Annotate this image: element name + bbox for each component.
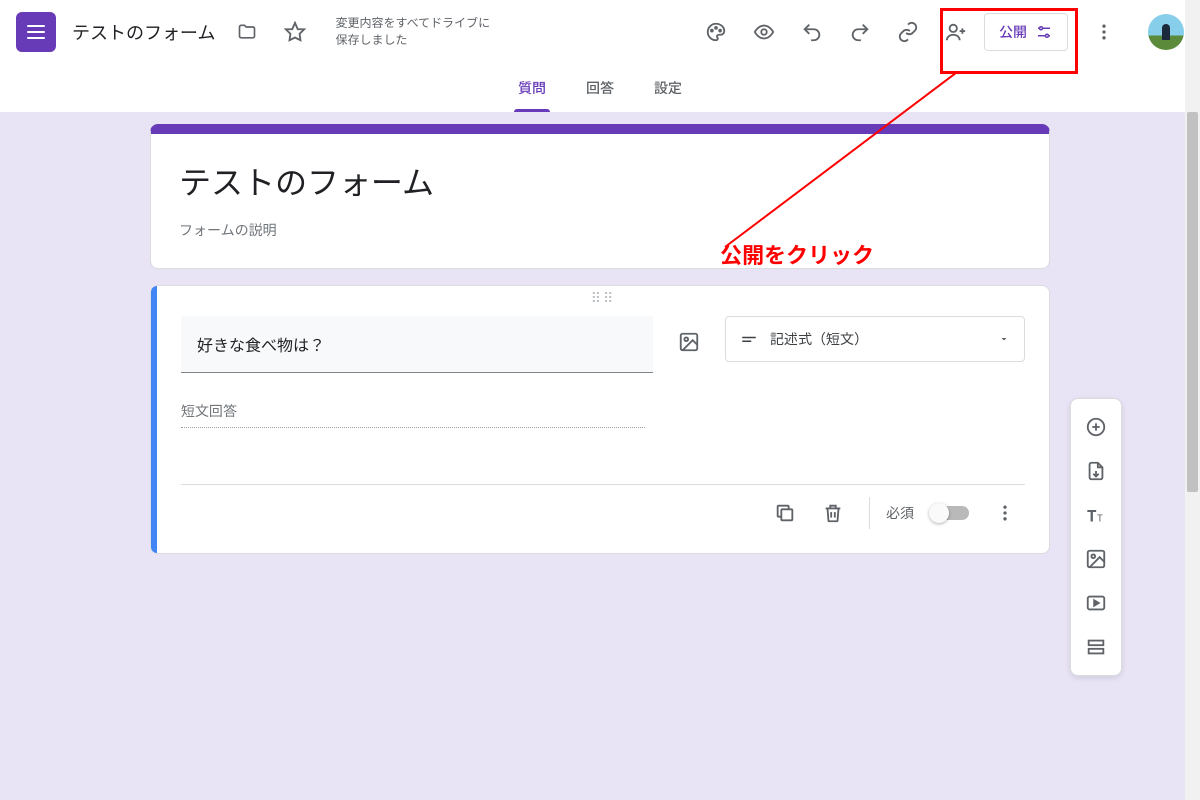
redo-icon[interactable] xyxy=(840,12,880,52)
save-status-line: 保存しました xyxy=(335,32,490,49)
form-description[interactable]: フォームの説明 xyxy=(179,220,1021,240)
save-status: 変更内容をすべてドライブに 保存しました xyxy=(335,15,490,49)
tab-questions[interactable]: 質問 xyxy=(514,64,550,112)
scrollbar-thumb[interactable] xyxy=(1187,112,1198,492)
required-label: 必須 xyxy=(886,503,914,523)
palette-icon[interactable] xyxy=(696,12,736,52)
add-section-button[interactable] xyxy=(1076,627,1116,667)
link-icon[interactable] xyxy=(888,12,928,52)
drag-handle-icon[interactable]: ⠿⠿ xyxy=(181,294,1025,310)
scrollbar-track[interactable] xyxy=(1185,0,1200,800)
question-footer: 必須 xyxy=(181,484,1025,545)
folder-icon[interactable] xyxy=(227,12,267,52)
add-image-icon[interactable] xyxy=(669,322,709,362)
add-video-button[interactable] xyxy=(1076,583,1116,623)
question-type-select[interactable]: 記述式（短文） xyxy=(725,316,1025,362)
tab-responses[interactable]: 回答 xyxy=(582,64,618,112)
add-question-button[interactable] xyxy=(1076,407,1116,447)
preview-icon[interactable] xyxy=(744,12,784,52)
tabs-bar: 質問 回答 設定 xyxy=(0,64,1200,112)
question-card[interactable]: ⠿⠿ 記述式（短文） 短文回答 xyxy=(150,285,1050,554)
undo-icon[interactable] xyxy=(792,12,832,52)
more-vert-icon[interactable] xyxy=(1084,12,1124,52)
form-title-input[interactable]: テストのフォーム xyxy=(72,19,215,45)
svg-text:T: T xyxy=(1097,509,1103,524)
star-icon[interactable] xyxy=(275,12,315,52)
publish-button[interactable]: 公開 xyxy=(984,13,1068,51)
publish-label: 公開 xyxy=(999,22,1027,42)
arrow-drop-down-icon xyxy=(998,333,1010,345)
account-avatar[interactable] xyxy=(1148,14,1184,50)
import-questions-button[interactable] xyxy=(1076,451,1116,491)
forms-logo[interactable] xyxy=(16,12,56,52)
duplicate-button[interactable] xyxy=(765,493,805,533)
answer-placeholder: 短文回答 xyxy=(181,401,645,428)
share-person-icon[interactable] xyxy=(936,12,976,52)
tab-settings[interactable]: 設定 xyxy=(650,64,686,112)
tune-icon xyxy=(1035,23,1053,41)
title-card[interactable]: テストのフォーム フォームの説明 xyxy=(150,124,1050,269)
question-more-icon[interactable] xyxy=(985,493,1025,533)
side-toolbar: TT xyxy=(1070,398,1122,676)
required-toggle[interactable] xyxy=(932,506,969,520)
form-heading[interactable]: テストのフォーム xyxy=(179,158,1021,204)
add-image-button[interactable] xyxy=(1076,539,1116,579)
question-text-input[interactable] xyxy=(181,316,653,373)
form-canvas: テストのフォーム フォームの説明 ⠿⠿ 記述式（短文） 短文回答 xyxy=(0,112,1200,800)
save-status-line: 変更内容をすべてドライブに xyxy=(335,15,490,32)
divider xyxy=(869,497,870,529)
short-text-icon xyxy=(740,330,758,348)
question-type-label: 記述式（短文） xyxy=(770,329,868,349)
delete-button[interactable] xyxy=(813,493,853,533)
add-title-button[interactable]: TT xyxy=(1076,495,1116,535)
svg-text:T: T xyxy=(1087,504,1097,526)
header-bar: テストのフォーム 変更内容をすべてドライブに 保存しました 公開 xyxy=(0,0,1200,64)
